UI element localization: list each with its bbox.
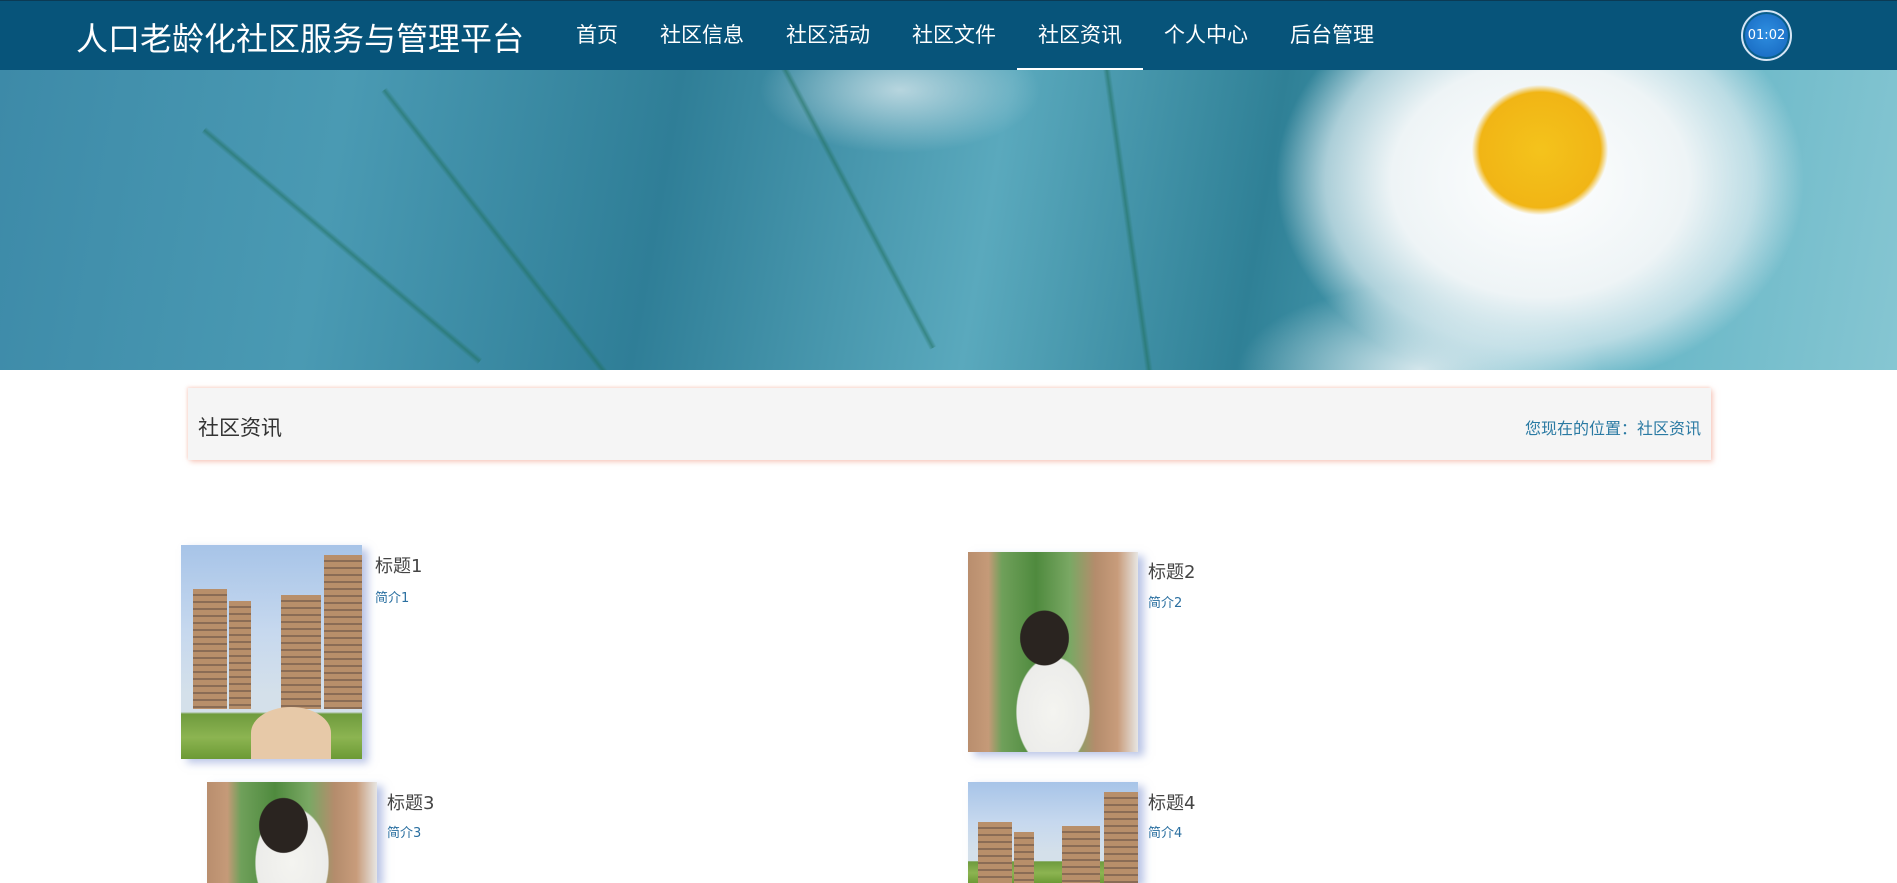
news-thumbnail[interactable]	[181, 545, 362, 759]
news-title[interactable]: 标题2	[1148, 558, 1195, 584]
nav-community-files[interactable]: 社区文件	[891, 1, 1017, 71]
building-shape	[193, 589, 227, 709]
main-nav: 首页 社区信息 社区活动 社区文件 社区资讯 个人中心 后台管理	[555, 1, 1395, 71]
building-shape	[1104, 792, 1138, 883]
news-intro: 简介1	[375, 591, 410, 606]
news-title[interactable]: 标题4	[1148, 789, 1195, 815]
building-shape	[281, 595, 321, 709]
building-shape	[1062, 826, 1100, 883]
breadcrumb: 您现在的位置：社区资讯	[1524, 419, 1701, 438]
garden-path	[251, 707, 331, 759]
news-thumbnail[interactable]	[968, 552, 1138, 752]
news-title[interactable]: 标题1	[375, 552, 422, 578]
grass-blade	[1100, 70, 1159, 370]
page-title: 社区资讯	[198, 416, 282, 440]
news-intro: 简介3	[387, 826, 422, 841]
nav-home[interactable]: 首页	[555, 1, 639, 71]
nav-community-activities[interactable]: 社区活动	[765, 1, 891, 71]
news-intro: 简介2	[1148, 596, 1183, 611]
building-shape	[1014, 832, 1034, 883]
nav-admin[interactable]: 后台管理	[1269, 1, 1395, 71]
site-title[interactable]: 人口老龄化社区服务与管理平台	[76, 14, 524, 60]
grass-blade	[380, 87, 609, 370]
news-thumbnail[interactable]	[968, 782, 1138, 883]
banner-carousel[interactable]	[0, 70, 1897, 370]
news-intro: 简介4	[1148, 826, 1183, 841]
top-navbar: 人口老龄化社区服务与管理平台 首页 社区信息 社区活动 社区文件 社区资讯 个人…	[0, 0, 1897, 71]
nav-personal-center[interactable]: 个人中心	[1143, 1, 1269, 71]
nav-community-news[interactable]: 社区资讯	[1017, 1, 1143, 71]
building-shape	[978, 822, 1012, 883]
clock-widget: 01:02	[1741, 10, 1792, 61]
section-header: 社区资讯 您现在的位置：社区资讯	[188, 388, 1711, 460]
news-title[interactable]: 标题3	[387, 789, 434, 815]
grass-blade	[760, 70, 937, 350]
building-shape	[324, 555, 362, 709]
nav-community-info[interactable]: 社区信息	[639, 1, 765, 71]
news-thumbnail[interactable]	[207, 782, 377, 883]
building-shape	[229, 601, 251, 709]
